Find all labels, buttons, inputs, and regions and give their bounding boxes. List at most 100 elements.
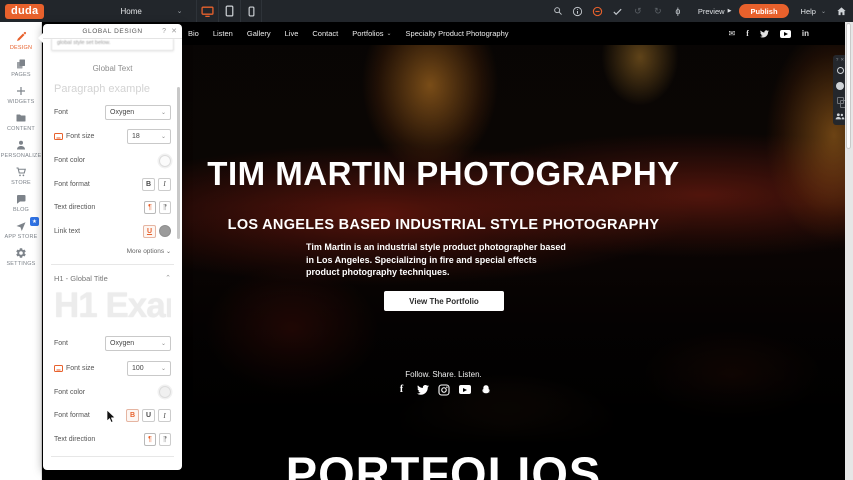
site-scrollbar-thumb[interactable] (846, 23, 851, 149)
font-size-label: Font size (54, 133, 94, 140)
more-options-link[interactable]: More options ⌄ (54, 248, 171, 255)
sidebar-item-label: STORE (11, 180, 31, 186)
sidebar-item-app-store[interactable]: ★ APP STORE (0, 216, 42, 243)
search-icon[interactable] (548, 0, 568, 22)
h1-text-direction-row: Text direction ¶ ¶ (54, 432, 171, 446)
font-color-swatch[interactable] (159, 155, 171, 167)
duda-logo[interactable]: duda (5, 4, 44, 19)
help-label: Help (801, 7, 816, 16)
panel-scrollbar-thumb[interactable] (177, 87, 180, 239)
preview-button[interactable]: Preview ▶ (698, 7, 732, 16)
chevron-down-icon: ⌄ (387, 30, 392, 37)
close-icon[interactable]: ✕ (840, 57, 844, 63)
folder-icon (15, 112, 27, 124)
bold-button[interactable]: B (142, 178, 155, 191)
twitter-icon[interactable] (416, 383, 429, 396)
font-label: Font (54, 109, 68, 116)
h1-font-format-row: Font format B U I (54, 409, 171, 423)
h1-section-header[interactable]: H1 - Global Title ⌃ (54, 274, 171, 283)
sidebar-item-design[interactable]: DESIGN (0, 27, 42, 54)
nav-item-live[interactable]: Live (285, 29, 299, 38)
italic-button[interactable]: I (158, 178, 171, 191)
sidebar-item-widgets[interactable]: WIDGETS (0, 81, 42, 108)
people-icon (835, 112, 845, 120)
help-dropdown[interactable]: Help ⌄ (801, 7, 826, 16)
redo-icon[interactable]: ↻ (648, 0, 668, 22)
view-portfolio-button[interactable]: View The Portfolio (384, 291, 504, 311)
preview-label: Preview (698, 7, 725, 16)
sidebar-item-settings[interactable]: SETTINGS (0, 243, 42, 270)
email-icon[interactable]: ✉ (729, 29, 736, 38)
text-direction-row: Text direction ¶ ¶ (54, 201, 171, 215)
nav-item-bio[interactable]: Bio (188, 29, 199, 38)
facebook-icon[interactable]: f (395, 383, 408, 396)
h1-underline-button[interactable]: U (142, 409, 155, 422)
nav-item-portfolios[interactable]: Portfolios ⌄ (352, 29, 391, 38)
h1-font-color-row: Font color (54, 385, 171, 399)
instagram-icon[interactable] (437, 383, 450, 396)
more-options-label: More options (127, 248, 165, 255)
nav-item-specialty[interactable]: Specialty Product Photography (406, 29, 509, 38)
chevron-down-icon: ⌄ (161, 109, 166, 116)
hero-description[interactable]: Tim Martin is an industrial style produc… (306, 241, 568, 279)
close-icon[interactable]: ✕ (171, 27, 177, 35)
format-buttons: B I (142, 178, 171, 191)
page-selector-dropdown[interactable]: Home ⌄ (120, 7, 182, 16)
undo-icon[interactable]: ↺ (628, 0, 648, 22)
dev-mode-icon[interactable]: ɸ (668, 0, 688, 22)
h1-font-select[interactable]: Oxygen ⌄ (105, 336, 171, 351)
info-icon[interactable] (568, 0, 588, 22)
sidebar-item-blog[interactable]: BLOG (0, 189, 42, 216)
youtube-icon[interactable] (780, 30, 791, 38)
help-icon[interactable]: ? (162, 28, 166, 35)
sidebar-item-pages[interactable]: PAGES (0, 54, 42, 81)
editor-topbar: duda Home ⌄ (0, 0, 853, 22)
dashboard-home-icon[interactable] (836, 6, 847, 17)
twitter-icon[interactable] (760, 30, 769, 38)
h1-ltr-direction-button[interactable]: ¶ (144, 433, 156, 446)
h1-rtl-direction-button[interactable]: ¶ (159, 433, 171, 446)
publish-button[interactable]: Publish (739, 4, 788, 18)
facebook-icon[interactable]: f (746, 29, 749, 38)
font-size-select[interactable]: 18 ⌄ (127, 129, 171, 144)
tablet-device-button[interactable] (218, 0, 240, 22)
help-icon[interactable]: ? (836, 57, 839, 62)
font-size-device-icon (54, 133, 63, 140)
link-color-swatch[interactable] (159, 225, 171, 237)
mobile-device-button[interactable] (240, 0, 262, 22)
linkedin-icon[interactable]: in (802, 29, 809, 38)
font-row: Font Oxygen ⌄ (54, 105, 171, 120)
comments-icon[interactable] (588, 0, 608, 22)
font-color-label: Font color (54, 157, 85, 164)
font-format-row: Font format B I (54, 177, 171, 191)
link-text-controls: U (143, 225, 171, 238)
snapchat-icon[interactable] (479, 383, 492, 396)
h1-font-color-swatch[interactable] (159, 386, 171, 398)
rtl-direction-button[interactable]: ¶ (159, 201, 171, 214)
sidebar-item-personalize[interactable]: PERSONALIZE (0, 135, 42, 162)
h1-direction-buttons: ¶ ¶ (144, 433, 171, 446)
done-check-icon[interactable] (608, 0, 628, 22)
chevron-down-icon: ⌄ (161, 133, 166, 140)
chevron-down-icon: ⌄ (177, 7, 183, 15)
desktop-device-button[interactable] (196, 0, 218, 22)
link-underline-button[interactable]: U (143, 225, 156, 238)
site-scrollbar[interactable] (845, 22, 853, 480)
filled-circle-icon (836, 82, 844, 90)
sidebar-item-content[interactable]: CONTENT (0, 108, 42, 135)
ltr-direction-button[interactable]: ¶ (144, 201, 156, 214)
sidebar-item-label: PERSONALIZE (1, 153, 42, 159)
sidebar-item-store[interactable]: STORE (0, 162, 42, 189)
pages-icon (15, 58, 27, 70)
nav-item-gallery[interactable]: Gallery (247, 29, 271, 38)
nav-item-listen[interactable]: Listen (213, 29, 233, 38)
editor-sidebar: DESIGN PAGES WIDGETS CONTENT PERSONALIZE… (0, 22, 42, 480)
nav-item-contact[interactable]: Contact (312, 29, 338, 38)
youtube-icon[interactable] (458, 383, 471, 396)
h1-font-size-select-value: 100 (132, 365, 144, 372)
h1-bold-button[interactable]: B (126, 409, 139, 422)
h1-italic-button[interactable]: I (158, 409, 171, 422)
h1-font-size-select[interactable]: 100 ⌄ (127, 361, 171, 376)
h1-format-buttons: B U I (126, 409, 171, 422)
font-select[interactable]: Oxygen ⌄ (105, 105, 171, 120)
